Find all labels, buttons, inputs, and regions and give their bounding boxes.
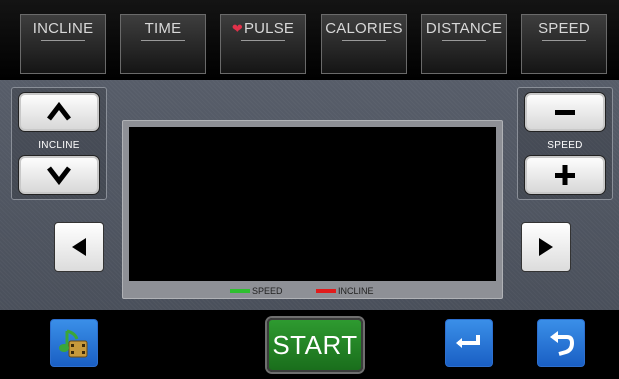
metric-underline [241, 40, 285, 41]
triangle-right-icon [539, 238, 553, 256]
metrics-bar: INCLINE TIME ❤PULSE CALORIES DISTANCE SP… [0, 0, 619, 80]
chevron-down-icon [47, 166, 71, 185]
speed-decrease-button[interactable] [524, 92, 606, 132]
metric-underline [41, 40, 85, 41]
enter-button[interactable] [445, 319, 493, 367]
incline-up-button[interactable] [18, 92, 100, 132]
incline-control-group: INCLINE [11, 87, 107, 200]
back-arrow-icon [550, 331, 575, 356]
incline-down-button[interactable] [18, 155, 100, 195]
metric-pulse-label: ❤PULSE [221, 20, 305, 37]
metric-pulse[interactable]: ❤PULSE [220, 14, 306, 74]
workout-display-frame: SPEED INCLINE [122, 120, 503, 299]
speed-increase-button[interactable] [524, 155, 606, 195]
metric-label: CALORIES [325, 20, 403, 37]
metric-time[interactable]: TIME [120, 14, 206, 74]
metric-label: INCLINE [32, 20, 94, 37]
metric-underline [141, 40, 185, 41]
music-video-icon [59, 329, 88, 358]
enter-return-icon [456, 335, 480, 348]
metric-speed[interactable]: SPEED [521, 14, 607, 74]
previous-button[interactable] [54, 222, 104, 272]
metric-underline [442, 40, 486, 41]
legend-incline-label: INCLINE [338, 286, 374, 296]
control-panel: INCLINE SPEED SPEED INCLINE [0, 80, 619, 310]
metric-label: TIME [144, 20, 182, 37]
chevron-up-icon [47, 102, 71, 121]
metric-underline [542, 40, 586, 41]
legend-speed-label: SPEED [252, 286, 283, 296]
legend-speed-swatch [230, 289, 250, 293]
metric-underline [342, 40, 386, 41]
triangle-left-icon [72, 238, 86, 256]
legend-speed: SPEED [230, 286, 283, 296]
start-button[interactable]: START [267, 318, 363, 372]
next-button[interactable] [521, 222, 571, 272]
media-button[interactable] [50, 319, 98, 367]
metric-label: SPEED [538, 20, 590, 37]
back-button[interactable] [537, 319, 585, 367]
minus-icon [555, 110, 575, 115]
bottom-toolbar: START [0, 310, 619, 379]
speed-control-group: SPEED [517, 87, 613, 200]
metric-calories[interactable]: CALORIES [321, 14, 407, 74]
metric-label: PULSE [243, 20, 295, 37]
heart-icon: ❤ [231, 21, 243, 36]
legend-incline-swatch [316, 289, 336, 293]
plus-icon [555, 165, 575, 185]
incline-group-label: INCLINE [38, 140, 80, 151]
metric-incline[interactable]: INCLINE [20, 14, 106, 74]
metric-label: DISTANCE [425, 20, 503, 37]
legend-incline: INCLINE [316, 286, 374, 296]
workout-display [129, 127, 496, 281]
speed-group-label: SPEED [547, 140, 583, 151]
metric-distance[interactable]: DISTANCE [421, 14, 507, 74]
